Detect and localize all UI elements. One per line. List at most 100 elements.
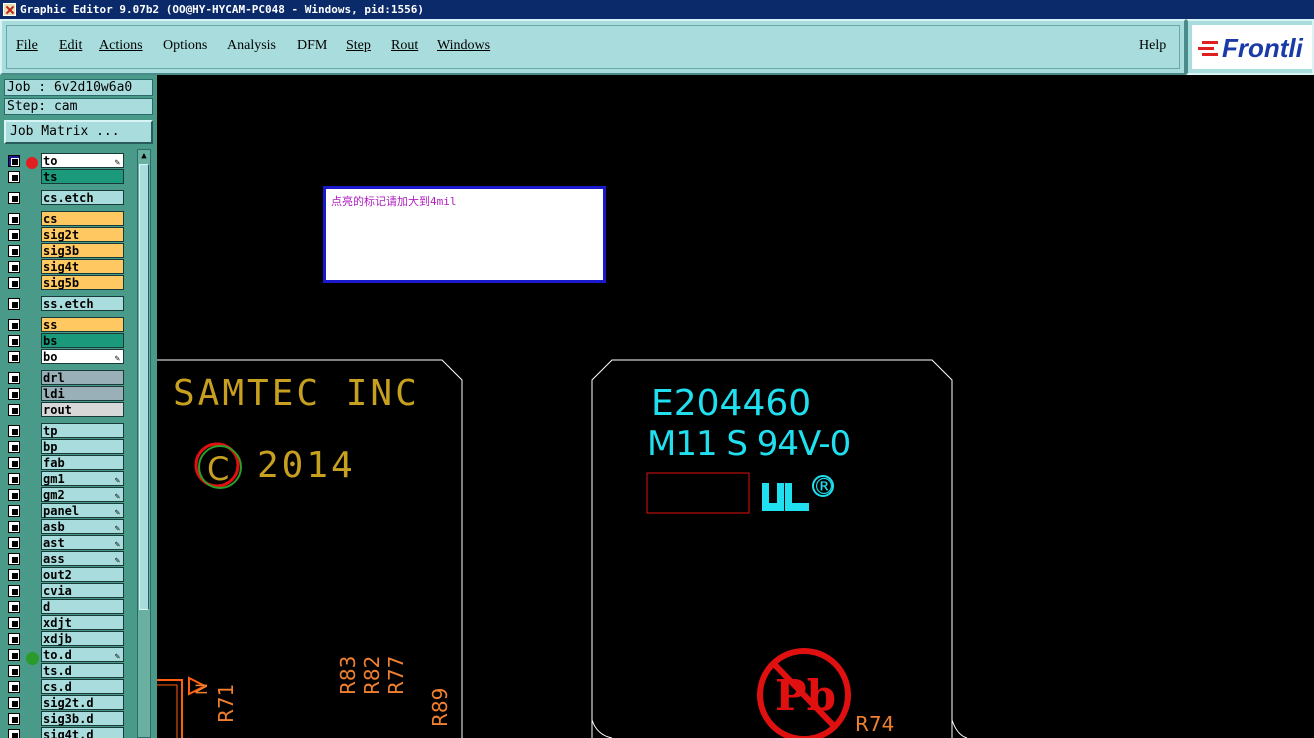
layer-name[interactable]: asb ✎ [41, 519, 124, 534]
layer-row-cs-etch[interactable]: cs.etch [4, 190, 126, 206]
layer-name[interactable]: cvia [41, 583, 124, 598]
layer-name[interactable]: sig3b [41, 243, 124, 258]
menu-step[interactable]: Step [346, 38, 371, 54]
layer-name[interactable]: ldi [41, 386, 124, 401]
graphic-canvas[interactable]: SAMTEC INC C 2014 E204460 M11 S 94V-0 ® … [157, 75, 1314, 738]
job-matrix-button[interactable]: Job Matrix ... [4, 120, 153, 144]
layer-name[interactable]: ss.etch [41, 296, 124, 311]
menu-options[interactable]: Options [163, 38, 207, 54]
layer-checkbox[interactable] [8, 351, 20, 363]
layer-row-fab[interactable]: fab [4, 455, 126, 471]
layer-row-cvia[interactable]: cvia [4, 583, 126, 599]
layer-row-cs-d[interactable]: cs.d [4, 679, 126, 695]
layer-name[interactable]: sig4t.d [41, 727, 124, 738]
layer-checkbox[interactable] [8, 505, 20, 517]
menu-edit[interactable]: Edit [59, 38, 82, 54]
layer-checkbox[interactable] [8, 261, 20, 273]
menu-analysis[interactable]: Analysis [227, 38, 276, 54]
layer-name[interactable]: sig2t.d [41, 695, 124, 710]
layer-name[interactable]: ass ✎ [41, 551, 124, 566]
layer-row-panel[interactable]: panel ✎ [4, 503, 126, 519]
layer-row-sig3b-d[interactable]: sig3b.d [4, 711, 126, 727]
layer-row-sig4t-d[interactable]: sig4t.d [4, 727, 126, 738]
layer-name[interactable]: cs [41, 211, 124, 226]
layer-row-cs[interactable]: cs [4, 211, 126, 227]
layer-checkbox[interactable] [8, 665, 20, 677]
layer-row-ts[interactable]: ts [4, 169, 126, 185]
layer-name[interactable]: sig2t [41, 227, 124, 242]
layer-checkbox[interactable] [8, 617, 20, 629]
layer-scrollbar[interactable]: ▲ [137, 149, 151, 738]
layer-checkbox[interactable] [8, 569, 20, 581]
layer-row-ass[interactable]: ass ✎ [4, 551, 126, 567]
layer-row-drl[interactable]: drl [4, 370, 126, 386]
layer-row-bo[interactable]: bo ✎ [4, 349, 126, 365]
layer-row-out2[interactable]: out2 [4, 567, 126, 583]
layer-name[interactable]: panel ✎ [41, 503, 124, 518]
layer-row-to-d[interactable]: to.d ✎ [4, 647, 126, 663]
layer-checkbox[interactable] [8, 553, 20, 565]
layer-checkbox[interactable] [8, 649, 20, 661]
layer-name[interactable]: out2 [41, 567, 124, 582]
layer-row-ts-d[interactable]: ts.d [4, 663, 126, 679]
layer-name[interactable]: sig5b [41, 275, 124, 290]
layer-name[interactable]: ts [41, 169, 124, 184]
layer-checkbox[interactable] [8, 729, 20, 738]
layer-checkbox[interactable] [8, 601, 20, 613]
layer-row-gm1[interactable]: gm1 ✎ [4, 471, 126, 487]
layer-checkbox[interactable] [8, 681, 20, 693]
layer-name[interactable]: drl [41, 370, 124, 385]
layer-checkbox[interactable] [8, 277, 20, 289]
layer-checkbox[interactable] [8, 388, 20, 400]
layer-checkbox[interactable] [8, 441, 20, 453]
layer-name[interactable]: gm2 ✎ [41, 487, 124, 502]
layer-checkbox[interactable] [8, 213, 20, 225]
layer-checkbox[interactable] [8, 404, 20, 416]
layer-checkbox[interactable] [8, 537, 20, 549]
layer-row-sig5b[interactable]: sig5b [4, 275, 126, 291]
menu-dfm[interactable]: DFM [297, 38, 327, 54]
layer-name[interactable]: ts.d [41, 663, 124, 678]
layer-row-xdjt[interactable]: xdjt [4, 615, 126, 631]
layer-checkbox[interactable] [8, 155, 20, 167]
layer-name[interactable]: to.d ✎ [41, 647, 124, 662]
layer-name[interactable]: xdjt [41, 615, 124, 630]
scroll-thumb[interactable] [139, 164, 149, 610]
layer-row-to[interactable]: to ✎ [4, 153, 126, 169]
layer-name[interactable]: bp [41, 439, 124, 454]
layer-name[interactable]: sig3b.d [41, 711, 124, 726]
menu-rout[interactable]: Rout [391, 38, 418, 54]
layer-row-xdjb[interactable]: xdjb [4, 631, 126, 647]
layer-checkbox[interactable] [8, 521, 20, 533]
layer-row-d[interactable]: d [4, 599, 126, 615]
note-popup[interactable]: 点亮的标记请加大到4mil [323, 186, 606, 283]
layer-row-ldi[interactable]: ldi [4, 386, 126, 402]
layer-name[interactable]: bs [41, 333, 124, 348]
menu-windows[interactable]: Windows [437, 38, 490, 54]
layer-row-rout[interactable]: rout [4, 402, 126, 418]
layer-checkbox[interactable] [8, 192, 20, 204]
layer-row-sig2t[interactable]: sig2t [4, 227, 126, 243]
layer-name[interactable]: cs.d [41, 679, 124, 694]
layer-name[interactable]: tp [41, 423, 124, 438]
layer-name[interactable]: d [41, 599, 124, 614]
layer-name[interactable]: fab [41, 455, 124, 470]
layer-row-sig2t-d[interactable]: sig2t.d [4, 695, 126, 711]
layer-checkbox[interactable] [8, 229, 20, 241]
layer-row-ast[interactable]: ast ✎ [4, 535, 126, 551]
layer-checkbox[interactable] [8, 245, 20, 257]
layer-checkbox[interactable] [8, 372, 20, 384]
layer-checkbox[interactable] [8, 489, 20, 501]
menu-help[interactable]: Help [1139, 38, 1166, 54]
layer-row-sig3b[interactable]: sig3b [4, 243, 126, 259]
layer-checkbox[interactable] [8, 457, 20, 469]
layer-checkbox[interactable] [8, 713, 20, 725]
layer-row-ss[interactable]: ss [4, 317, 126, 333]
layer-name[interactable]: rout [41, 402, 124, 417]
layer-checkbox[interactable] [8, 473, 20, 485]
layer-name[interactable]: to ✎ [41, 153, 124, 168]
layer-row-tp[interactable]: tp [4, 423, 126, 439]
layer-checkbox[interactable] [8, 585, 20, 597]
scroll-up-icon[interactable]: ▲ [138, 150, 150, 162]
layer-checkbox[interactable] [8, 171, 20, 183]
